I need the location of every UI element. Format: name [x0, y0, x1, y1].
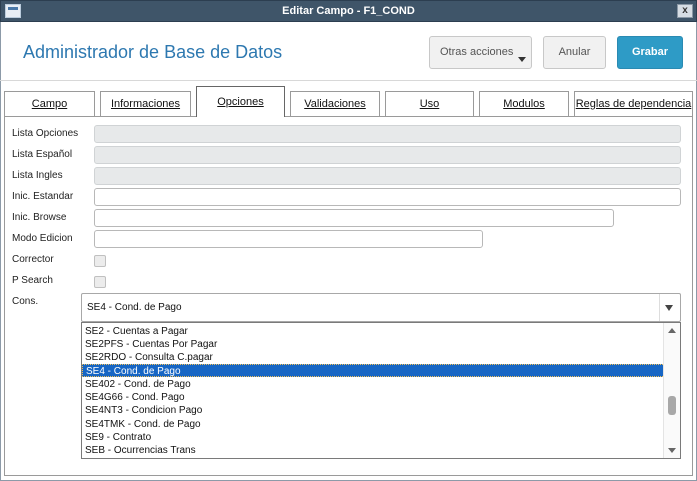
lista-ingles-label: Lista Ingles [12, 170, 63, 181]
lista-espanol-field [94, 146, 681, 164]
lista-opciones-label: Lista Opciones [12, 128, 79, 139]
tab-validaciones[interactable]: Validaciones [290, 91, 380, 116]
dropdown-option-selected[interactable]: SE4 - Cond. de Pago [82, 364, 665, 377]
inic-browse-label: Inic. Browse [12, 212, 67, 223]
tab-label: Opciones [217, 96, 264, 108]
tab-informaciones[interactable]: Informaciones [100, 91, 191, 116]
dropdown-option[interactable]: SE4NT3 - Condicion Pago [82, 404, 665, 417]
tab-label: Campo [31, 98, 68, 110]
lista-ingles-field [94, 167, 681, 185]
tab-label: Modulos [503, 98, 545, 110]
grabar-button[interactable]: Grabar [617, 36, 683, 69]
close-icon[interactable]: x [677, 4, 693, 18]
tab-uso[interactable]: Uso [385, 91, 474, 116]
lista-opciones-field [94, 125, 681, 143]
page-title: Administrador de Base de Datos [23, 42, 283, 62]
scrollbar-thumb[interactable] [668, 396, 676, 415]
tab-opciones[interactable]: Opciones [196, 86, 285, 117]
p-search-label: P Search [12, 275, 53, 286]
inic-estandar-label: Inic. Estandar [12, 191, 74, 202]
inic-estandar-field[interactable] [94, 188, 681, 206]
p-search-checkbox[interactable] [94, 276, 106, 288]
window-title: Editar Campo - F1_COND [282, 5, 415, 17]
cons-label: Cons. [12, 296, 39, 307]
dropdown-option[interactable]: SE402 - Cond. de Pago [82, 378, 665, 391]
chevron-down-icon [518, 57, 526, 62]
scroll-up-icon[interactable] [668, 328, 676, 333]
scroll-down-icon[interactable] [668, 448, 676, 453]
lista-espanol-label: Lista Español [12, 149, 73, 160]
tab-modulos[interactable]: Modulos [479, 91, 569, 116]
inic-browse-field[interactable] [94, 209, 614, 227]
dropdown-option[interactable]: SE2RDO - Consulta C.pagar [82, 351, 665, 364]
tab-label: Uso [419, 98, 440, 110]
header-divider [0, 80, 697, 81]
cons-selected-value: SE4 - Cond. de Pago [87, 302, 182, 313]
cons-select[interactable]: SE4 - Cond. de Pago [81, 293, 681, 322]
dropdown-scrollbar[interactable] [663, 323, 680, 458]
tab-campo[interactable]: Campo [4, 91, 95, 116]
otras-acciones-label: Otras acciones [440, 46, 514, 58]
dropdown-option[interactable]: SEB - Ocurrencias Trans [82, 444, 665, 457]
cons-dropdown-list: SE2 - Cuentas a Pagar SE2PFS - Cuentas P… [81, 322, 681, 459]
chevron-down-icon[interactable] [659, 294, 680, 321]
tab-label: Informaciones [110, 98, 181, 110]
tab-reglas-de-dependencia[interactable]: Reglas de dependencia [574, 91, 693, 116]
otras-acciones-button[interactable]: Otras acciones [429, 36, 532, 69]
window-titlebar: Editar Campo - F1_COND x [0, 0, 697, 22]
dropdown-option[interactable]: SE4TMK - Cond. de Pago [82, 418, 665, 431]
corrector-checkbox[interactable] [94, 255, 106, 267]
modo-edicion-label: Modo Edicion [12, 233, 73, 244]
dropdown-option[interactable]: SE9 - Contrato [82, 431, 665, 444]
dropdown-option[interactable]: SE2PFS - Cuentas Por Pagar [82, 338, 665, 351]
tab-label: Reglas de dependencia [575, 98, 692, 110]
tab-label: Validaciones [304, 98, 366, 110]
modo-edicion-field[interactable] [94, 230, 483, 248]
dropdown-option[interactable]: SE2 - Cuentas a Pagar [82, 325, 665, 338]
dropdown-option[interactable]: SE4G66 - Cond. Pago [82, 391, 665, 404]
anular-button[interactable]: Anular [543, 36, 606, 69]
corrector-label: Corrector [12, 254, 54, 265]
